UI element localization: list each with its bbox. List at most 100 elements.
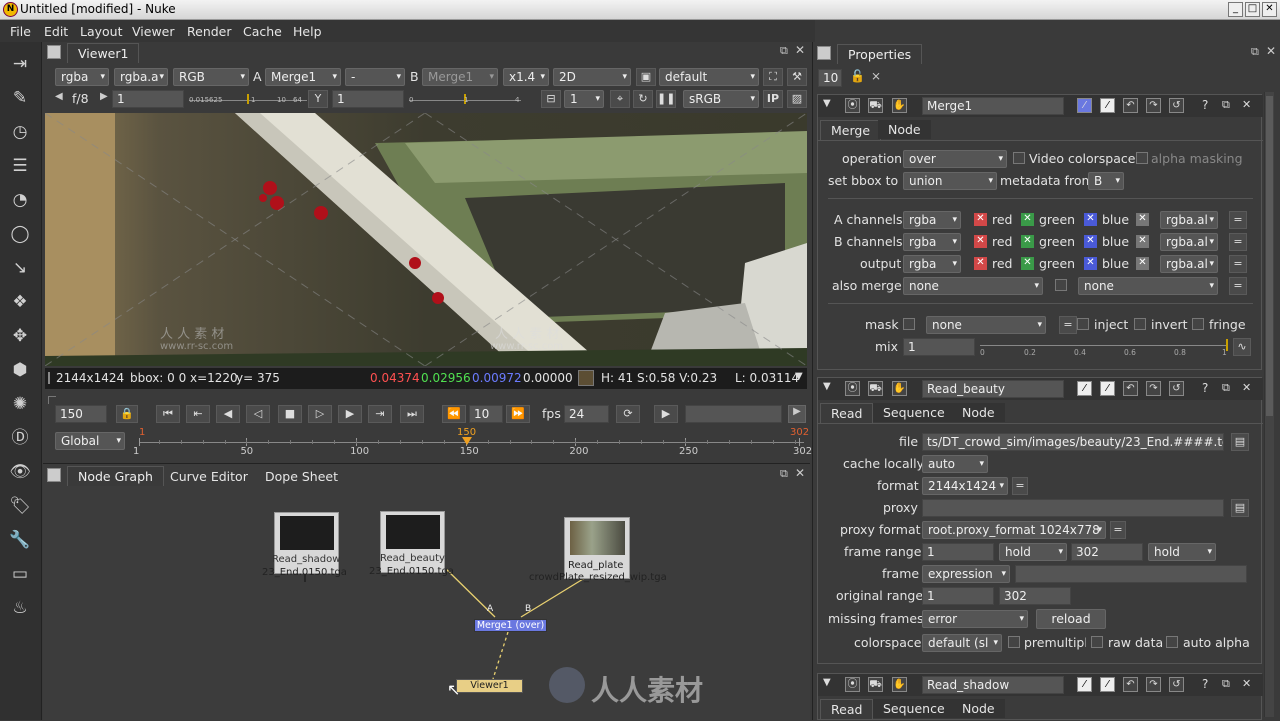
- node-color-icon[interactable]: ⁄: [1077, 98, 1092, 113]
- tab-merge[interactable]: Merge: [820, 120, 882, 140]
- out-green-checkbox[interactable]: ✕: [1021, 257, 1034, 270]
- undo-icon[interactable]: ↶: [1123, 98, 1138, 113]
- mix-slider[interactable]: 0 0.2 0.4 0.6 0.8 1: [980, 339, 1230, 359]
- redo-icon[interactable]: ↷: [1146, 677, 1161, 692]
- loop-mode-icon[interactable]: ⟳: [616, 405, 640, 423]
- first-frame-icon[interactable]: ⏮: [156, 405, 180, 423]
- image-tools-icon[interactable]: ⇥: [8, 52, 32, 76]
- menu-help[interactable]: Help: [293, 24, 322, 39]
- other-tools-icon[interactable]: 🔧: [8, 528, 32, 552]
- invert-checkbox[interactable]: [1134, 318, 1146, 330]
- 3d-tools-icon[interactable]: ⬢: [8, 358, 32, 382]
- collapse-icon[interactable]: ▼: [823, 98, 831, 109]
- center-node-icon[interactable]: ⦿: [845, 381, 860, 396]
- node-color-2-icon[interactable]: ⁄: [1100, 677, 1115, 692]
- float-icon[interactable]: ⧉: [1222, 677, 1230, 691]
- color-picker-icon[interactable]: ✋: [892, 381, 907, 396]
- gamma-field[interactable]: 1: [332, 90, 404, 108]
- float-panel-icon[interactable]: ⧉: [1251, 45, 1259, 59]
- menu-render[interactable]: Render: [187, 24, 232, 39]
- next-keyframe-icon[interactable]: ⇥: [368, 405, 392, 423]
- proxy-dropdown[interactable]: 1: [564, 90, 604, 108]
- panel-menu-icon[interactable]: [47, 45, 61, 59]
- fstop-left-arrow-icon[interactable]: ◀: [55, 91, 63, 102]
- before-dropdown[interactable]: hold: [999, 543, 1067, 561]
- timeline-end-icon[interactable]: ▶: [788, 405, 806, 423]
- help-icon[interactable]: ?: [1202, 677, 1208, 691]
- views-tools-icon[interactable]: 👁: [8, 460, 32, 484]
- menu-file[interactable]: File: [10, 24, 31, 39]
- max-panels-field[interactable]: 10: [818, 69, 842, 87]
- bbox-dropdown[interactable]: union: [903, 172, 997, 190]
- a-alpha-checkbox[interactable]: ✕: [1136, 213, 1149, 226]
- undo-icon[interactable]: ↶: [1123, 381, 1138, 396]
- tab-viewer1[interactable]: Viewer1: [67, 43, 140, 63]
- video-colorspace-checkbox[interactable]: [1013, 152, 1025, 164]
- minimize-button[interactable]: _: [1228, 2, 1243, 17]
- metadata-tools-icon[interactable]: 🏷: [8, 494, 32, 518]
- menu-viewer[interactable]: Viewer: [132, 24, 175, 39]
- restore-button[interactable]: □: [1245, 2, 1260, 17]
- stop-icon[interactable]: ■: [278, 405, 302, 423]
- close-panel-icon[interactable]: ✕: [1266, 44, 1276, 58]
- operation-dropdown[interactable]: over: [903, 150, 1007, 168]
- file-path-field[interactable]: ts/DT_crowd_sim/images/beauty/23_End.###…: [922, 433, 1224, 451]
- b-red-checkbox[interactable]: ✕: [974, 235, 987, 248]
- inject-checkbox[interactable]: [1077, 318, 1089, 330]
- a-link-button[interactable]: =: [1229, 211, 1247, 229]
- tab-sequence[interactable]: Sequence: [873, 699, 955, 718]
- channel-tools-icon[interactable]: ☰: [8, 154, 32, 178]
- tab-properties[interactable]: Properties: [837, 44, 923, 64]
- timeline[interactable]: 1 50 100 150 200 250 302 1 150 302: [133, 427, 812, 458]
- cache-locally-dropdown[interactable]: auto: [922, 455, 988, 473]
- b-alpha-dropdown[interactable]: rgba.al: [1160, 233, 1218, 251]
- last-frame-icon[interactable]: ⏭: [400, 405, 424, 423]
- channels-dropdown[interactable]: rgba: [55, 68, 109, 86]
- lock-panels-icon[interactable]: 🔓: [850, 69, 865, 83]
- output-channels-dropdown[interactable]: rgba: [903, 255, 961, 273]
- flipbook-icon[interactable]: ▶: [654, 405, 678, 423]
- close-icon[interactable]: ✕: [1242, 677, 1251, 690]
- region-icon[interactable]: ⌖: [610, 90, 630, 108]
- current-frame-field[interactable]: 150: [55, 405, 107, 423]
- also-merge-dropdown-2[interactable]: none: [1078, 277, 1218, 295]
- first-frame-field[interactable]: 1: [922, 543, 994, 561]
- keyer-tools-icon[interactable]: ↘: [8, 256, 32, 280]
- skip-forward-icon[interactable]: ⏩: [506, 405, 530, 423]
- mix-curve-icon[interactable]: ∿: [1233, 338, 1251, 356]
- tab-node[interactable]: Node: [952, 699, 1005, 718]
- original-first-field[interactable]: 1: [922, 587, 994, 605]
- missing-frames-dropdown[interactable]: error: [922, 610, 1028, 628]
- also-merge-dropdown-1[interactable]: none: [903, 277, 1043, 295]
- toolsets-icon[interactable]: ▭: [8, 562, 32, 586]
- alpha-channel-dropdown[interactable]: rgba.a: [114, 68, 168, 86]
- redo-icon[interactable]: ↷: [1146, 381, 1161, 396]
- info-menu-arrow-icon[interactable]: ▼: [795, 371, 803, 382]
- node-color-2-icon[interactable]: ⁄: [1100, 98, 1115, 113]
- frame-expression-field[interactable]: [1015, 565, 1247, 583]
- roi-icon[interactable]: ⛶: [763, 68, 783, 86]
- transform-tools-icon[interactable]: ✥: [8, 324, 32, 348]
- b-green-checkbox[interactable]: ✕: [1021, 235, 1034, 248]
- draw-tools-icon[interactable]: ✎: [8, 86, 32, 110]
- proxy-field[interactable]: [922, 499, 1224, 517]
- mask-link-button[interactable]: =: [1059, 316, 1077, 334]
- auto-alpha-checkbox[interactable]: [1166, 636, 1178, 648]
- close-panel-icon[interactable]: ✕: [795, 43, 805, 57]
- format-dropdown[interactable]: 2144x1424: [922, 477, 1008, 495]
- skip-back-icon[interactable]: ⏪: [442, 405, 466, 423]
- mix-field[interactable]: 1: [903, 338, 975, 356]
- menu-cache[interactable]: Cache: [243, 24, 282, 39]
- a-channels-dropdown[interactable]: rgba: [903, 211, 961, 229]
- gain-slider[interactable]: 0.015625 1 10 64: [189, 92, 307, 106]
- tab-read[interactable]: Read: [820, 403, 874, 423]
- input-icon[interactable]: ⛟: [868, 381, 883, 396]
- frame-mode-dropdown[interactable]: expression: [922, 565, 1010, 583]
- gamma-toggle[interactable]: Y: [308, 90, 328, 108]
- color-picker-icon[interactable]: ✋: [892, 677, 907, 692]
- float-icon[interactable]: ⧉: [1222, 381, 1230, 395]
- original-last-field[interactable]: 302: [999, 587, 1071, 605]
- color-picker-icon[interactable]: ✋: [892, 98, 907, 113]
- node-color-icon[interactable]: ⁄: [1077, 381, 1092, 396]
- clip-warning-icon[interactable]: ▨: [787, 90, 807, 108]
